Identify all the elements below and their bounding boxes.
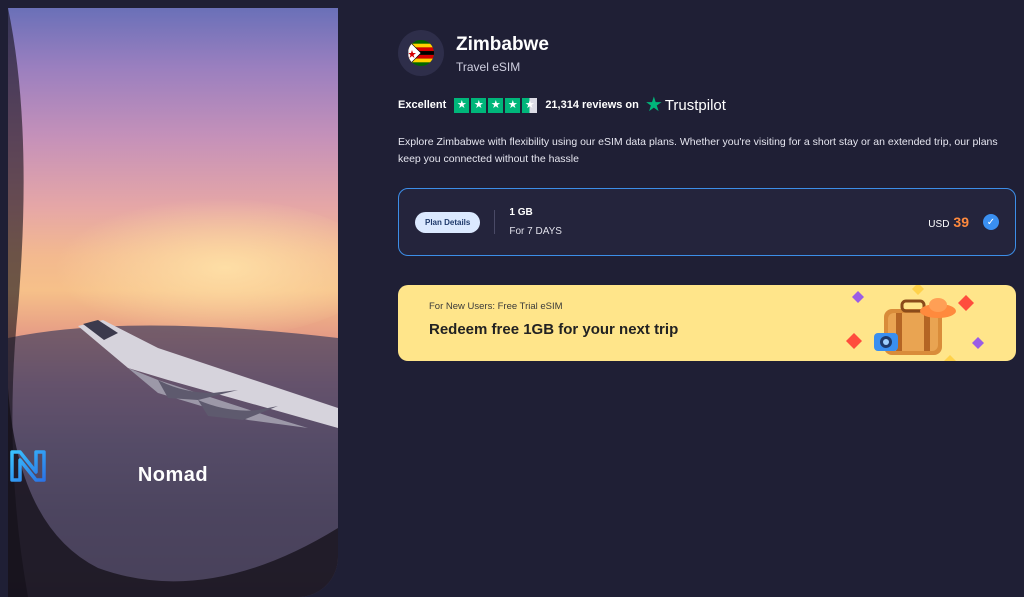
- plan-details-button[interactable]: Plan Details: [415, 211, 481, 233]
- half-star-icon: ★: [522, 97, 538, 113]
- brand-name: Nomad: [137, 464, 209, 486]
- star-icon: ★: [454, 97, 470, 113]
- plan-divider: [494, 210, 496, 234]
- star-icon: ★: [488, 97, 504, 113]
- reviews-count: 21,314 reviews on: [545, 99, 639, 111]
- plan-price: USD 39: [928, 214, 969, 230]
- country-subtitle: Travel eSIM: [456, 59, 521, 74]
- flag-badge: [398, 30, 444, 76]
- plan-card[interactable]: Plan Details 1 GB For 7 DAYS USD 39 ✓: [398, 188, 1016, 256]
- trustpilot-rating[interactable]: Excellent ★ ★ ★ ★ ★ 21,314 reviews on ★ …: [398, 94, 1016, 116]
- country-description: Explore Zimbabwe with flexibility using …: [398, 136, 998, 165]
- suitcase-camera-illustration: [846, 285, 984, 361]
- main-content: Zimbabwe Travel eSIM Excellent ★ ★ ★ ★ ★…: [398, 30, 1016, 361]
- hero-image: Nomad: [8, 8, 338, 597]
- nomad-logo-icon: [10, 450, 46, 482]
- country-header: Zimbabwe Travel eSIM: [398, 30, 1016, 76]
- trustpilot-name: Trustpilot: [664, 96, 726, 114]
- trustpilot-star-icon: ★: [644, 94, 663, 116]
- price-currency: USD: [928, 219, 950, 230]
- brand-block: Nomad: [8, 448, 338, 487]
- zimbabwe-flag-icon: [408, 40, 434, 66]
- airplane-window-scene: [8, 8, 338, 597]
- plan-duration: For 7 DAYS: [509, 226, 562, 237]
- price-value: 39: [953, 214, 969, 230]
- country-title: Zimbabwe: [456, 33, 549, 55]
- star-icon: ★: [471, 97, 487, 113]
- star-icon: ★: [505, 97, 521, 113]
- free-trial-banner[interactable]: For New Users: Free Trial eSIM Redeem fr…: [398, 285, 1016, 361]
- selected-check-icon[interactable]: ✓: [983, 214, 999, 230]
- rating-stars: ★ ★ ★ ★ ★: [454, 97, 538, 113]
- plan-data-amount: 1 GB: [509, 207, 533, 218]
- rating-label: Excellent: [398, 99, 447, 111]
